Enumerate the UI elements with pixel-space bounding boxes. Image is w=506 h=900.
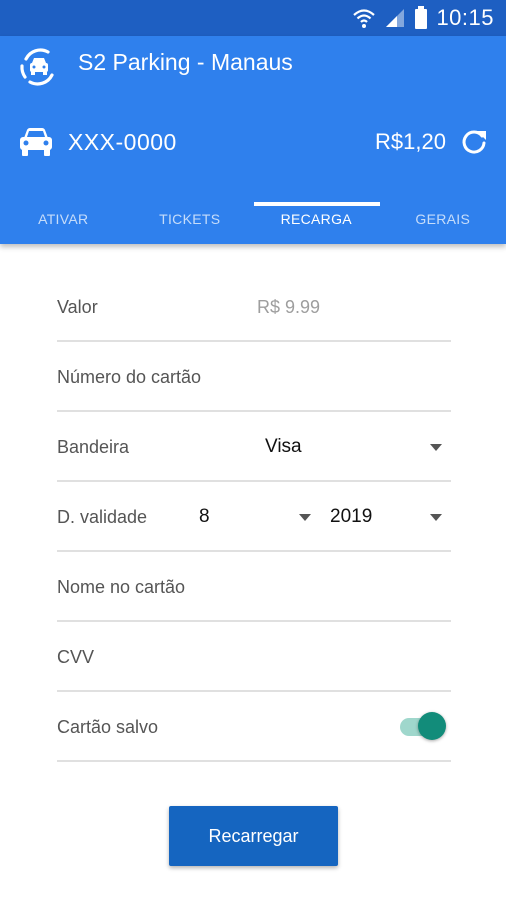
recarregar-button-label: Recarregar xyxy=(208,825,299,846)
numero-cartao-label: Número do cartão xyxy=(57,367,202,387)
tab-tickets[interactable]: TICKETS xyxy=(127,194,254,244)
valor-input[interactable]: R$ 9.99 xyxy=(257,296,320,318)
tab-label: RECARGA xyxy=(280,211,352,227)
status-time: 10:15 xyxy=(436,5,494,30)
car-icon xyxy=(20,128,52,156)
battery-icon xyxy=(415,6,428,29)
numero-cartao-field[interactable]: Número do cartão xyxy=(57,342,451,412)
valor-label: Valor xyxy=(57,297,98,317)
bandeira-label: Bandeira xyxy=(57,437,130,457)
tab-gerais[interactable]: GERAIS xyxy=(380,194,506,244)
tab-label: ATIVAR xyxy=(38,211,89,227)
cartao-salvo-row: Cartão salvo xyxy=(57,692,451,762)
validade-year-select[interactable]: 2019 xyxy=(330,506,372,528)
vehicle-plate: XXX-0000 xyxy=(68,129,177,155)
cartao-salvo-label: Cartão salvo xyxy=(57,717,159,737)
chevron-down-icon[interactable] xyxy=(430,514,442,521)
status-bar: 10:15 xyxy=(0,0,506,36)
wifi-icon xyxy=(353,9,376,28)
cvv-label: CVV xyxy=(57,647,95,667)
nome-cartao-label: Nome no cartão xyxy=(57,577,186,597)
parking-logo-icon xyxy=(20,48,54,86)
recarregar-button[interactable]: Recarregar xyxy=(169,806,338,866)
bandeira-field: Bandeira Visa xyxy=(57,412,451,482)
chevron-down-icon[interactable] xyxy=(430,444,442,451)
nome-cartao-field[interactable]: Nome no cartão xyxy=(57,552,451,622)
validade-label: D. validade xyxy=(57,507,148,527)
balance: R$1,20 xyxy=(375,129,446,154)
bandeira-select[interactable]: Visa xyxy=(265,436,302,458)
active-tab-indicator xyxy=(254,202,380,206)
app-bar: S2 Parking - Manaus XXX-0000 R$1,20 ATIV… xyxy=(0,36,506,244)
chevron-down-icon[interactable] xyxy=(299,514,311,521)
status-icons: 10:15 xyxy=(352,0,494,36)
signal-icon xyxy=(386,9,405,27)
tab-ativar[interactable]: ATIVAR xyxy=(0,194,127,244)
refresh-icon[interactable] xyxy=(460,128,488,156)
tab-label: TICKETS xyxy=(159,211,221,227)
validade-field: D. validade 8 2019 xyxy=(57,482,451,552)
tab-bar: ATIVAR TICKETS RECARGA GERAIS xyxy=(0,194,506,244)
app-title: S2 Parking - Manaus xyxy=(78,49,293,75)
valor-field[interactable]: Valor R$ 9.99 xyxy=(57,272,451,342)
toggle-thumb[interactable] xyxy=(418,712,446,740)
validade-month-select[interactable]: 8 xyxy=(199,506,210,528)
tab-label: GERAIS xyxy=(415,211,471,227)
cvv-field[interactable]: CVV xyxy=(57,622,451,692)
